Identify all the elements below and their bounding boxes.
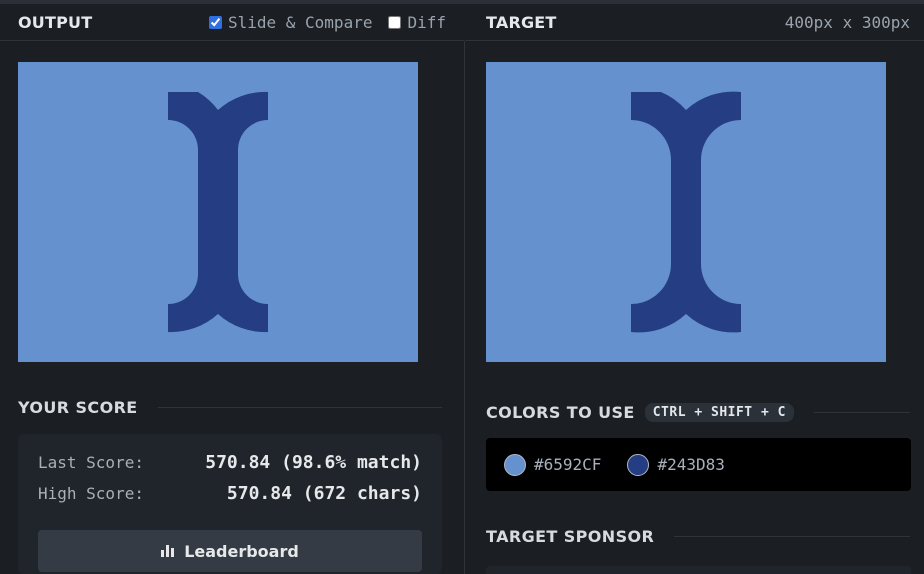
colors-palette: #6592CF #243D83 (486, 438, 911, 491)
slide-compare-toggle[interactable]: Slide & Compare (208, 12, 373, 32)
colors-shortcut-badge: CTRL + SHIFT + C (644, 402, 794, 422)
last-score-row: Last Score: 570.84 (98.6% match) (38, 452, 422, 483)
color-hex[interactable]: #243D83 (657, 455, 724, 474)
diff-label: Diff (407, 12, 446, 32)
slide-compare-label: Slide & Compare (227, 12, 373, 32)
output-canvas[interactable] (18, 62, 418, 362)
panel-divider (464, 41, 465, 574)
color-swatch-item[interactable]: #243D83 (627, 453, 725, 476)
high-score-label: High Score: (38, 484, 144, 503)
colors-title: COLORS TO USE (486, 402, 635, 422)
color-hex[interactable]: #6592CF (534, 455, 601, 474)
output-header: OUTPUT Slide & Compare Diff (0, 4, 464, 41)
target-header: TARGET 400px x 300px (465, 4, 924, 41)
last-score-value: 570.84 (98.6% match) (205, 452, 422, 473)
target-render (486, 62, 886, 362)
target-title: TARGET (486, 12, 557, 32)
output-title: OUTPUT (18, 12, 93, 32)
output-render (18, 62, 418, 362)
leaderboard-button[interactable]: Leaderboard (38, 530, 422, 572)
last-score-label: Last Score: (38, 453, 144, 472)
your-score-heading: YOUR SCORE (18, 396, 442, 418)
section-rule (674, 535, 910, 537)
target-canvas (486, 62, 886, 362)
score-card: Last Score: 570.84 (98.6% match) High Sc… (18, 434, 442, 574)
diff-checkbox[interactable] (388, 15, 402, 29)
bar-chart-icon (161, 545, 175, 557)
section-rule (157, 406, 442, 408)
color-swatch[interactable] (627, 453, 650, 476)
diff-toggle[interactable]: Diff (388, 13, 446, 32)
your-score-title: YOUR SCORE (18, 397, 138, 417)
leaderboard-label: Leaderboard (184, 541, 299, 561)
slide-compare-checkbox[interactable] (208, 15, 222, 29)
target-sponsor-heading: TARGET SPONSOR (486, 525, 910, 547)
high-score-row: High Score: 570.84 (672 chars) (38, 483, 422, 514)
target-sponsor-title: TARGET SPONSOR (486, 526, 655, 546)
section-rule (813, 411, 910, 413)
sponsor-box (486, 566, 911, 574)
colors-heading: COLORS TO USE CTRL + SHIFT + C (486, 401, 910, 423)
color-swatch-item[interactable]: #6592CF (504, 453, 601, 476)
high-score-value: 570.84 (672 chars) (226, 483, 422, 504)
target-dimensions: 400px x 300px (784, 12, 910, 32)
color-swatch[interactable] (504, 453, 526, 476)
